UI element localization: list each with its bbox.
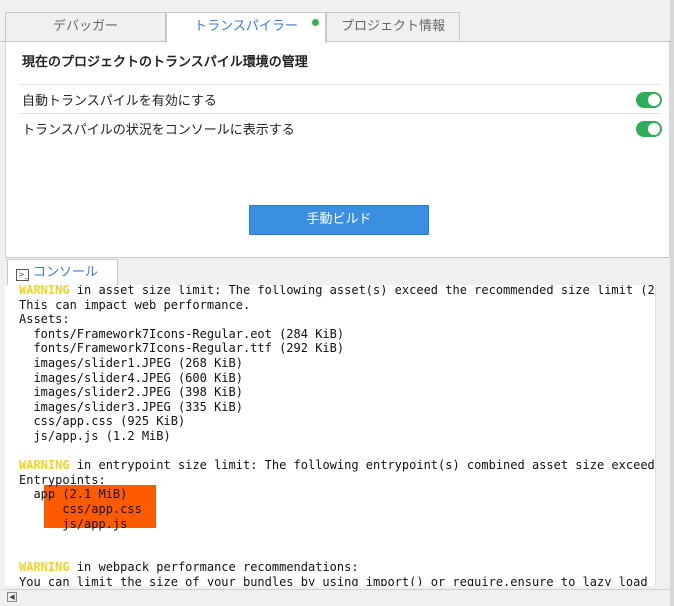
console-line-text: images/slider3.JPEG (335 KiB): [19, 399, 243, 414]
console-line-text: fonts/Framework7Icons-Regular.eot (284 K…: [19, 326, 345, 341]
console-line: images/slider4.JPEG (600 KiB): [19, 371, 655, 386]
console-line: This can impact web performance.: [19, 298, 655, 313]
console-line: WARNING in asset size limit: The followi…: [19, 285, 655, 298]
console-line-text: css/app.css: [19, 501, 142, 516]
terminal-icon: >_: [16, 269, 29, 281]
transpiler-settings-panel: 現在のプロジェクトのトランスパイル環境の管理 自動トランスパイルを有効にする ト…: [5, 42, 670, 257]
console-line-text: in entrypoint size limit: The following …: [69, 458, 655, 473]
console-line: WARNING in entrypoint size limit: The fo…: [19, 458, 655, 473]
console-line: fonts/Framework7Icons-Regular.ttf (292 K…: [19, 341, 655, 356]
console-line-text: images/slider2.JPEG (398 KiB): [19, 385, 243, 400]
console-line: WARNING in webpack performance recommend…: [19, 560, 655, 575]
console-line-text: app (2.1 MiB): [19, 487, 128, 502]
auto-transpile-toggle[interactable]: [636, 92, 662, 108]
scroll-left-icon[interactable]: ◀: [7, 592, 17, 602]
divider: [20, 84, 660, 85]
console-line: Assets:: [19, 312, 655, 327]
tab-debugger[interactable]: デバッガー: [5, 12, 166, 42]
console-line: app (2.1 MiB): [19, 487, 655, 502]
show-status-label: トランスパイルの状況をコンソールに表示する: [22, 123, 295, 138]
console-line-text: js/app.js: [19, 516, 128, 531]
console-line-text: images/slider4.JPEG (600 KiB): [19, 370, 243, 385]
console-line: images/slider1.JPEG (268 KiB): [19, 356, 655, 371]
show-status-toggle[interactable]: [636, 121, 662, 137]
console-line: js/app.js: [19, 517, 655, 532]
console-line: ​: [19, 444, 655, 459]
toggle-knob: [648, 123, 660, 135]
manual-build-button[interactable]: 手動ビルド: [249, 205, 429, 235]
console-tab-bar: >_ コンソール: [5, 257, 670, 286]
tab-transpiler[interactable]: トランスパイラー: [166, 12, 326, 43]
console-line: css/app.css: [19, 502, 655, 517]
console-line-text: in asset size limit: The following asset…: [69, 285, 655, 297]
status-dot-icon: [312, 19, 319, 26]
console-line-text: css/app.css (925 KiB): [19, 414, 186, 429]
toggle-knob: [648, 94, 660, 106]
console-line: ​: [19, 546, 655, 561]
divider: [20, 113, 660, 114]
tab-transpiler-label: トランスパイラー: [194, 19, 298, 34]
tab-project-info[interactable]: プロジェクト情報: [326, 12, 460, 42]
console-line-text: in webpack performance recommendations:: [69, 560, 359, 575]
console-log: WARNING in asset size limit: The followi…: [19, 285, 655, 586]
console-output[interactable]: WARNING in asset size limit: The followi…: [5, 285, 655, 586]
console-line: js/app.js (1.2 MiB): [19, 429, 655, 444]
console-line: Entrypoints:: [19, 473, 655, 488]
console-line: ​: [19, 531, 655, 546]
tab-debugger-label: デバッガー: [52, 19, 118, 34]
tab-project-info-label: プロジェクト情報: [340, 19, 445, 34]
console-line-text: You can limit the size of your bundles b…: [19, 574, 648, 586]
top-tab-bar: デバッガー トランスパイラー プロジェクト情報: [0, 0, 674, 43]
auto-transpile-label: 自動トランスパイルを有効にする: [22, 94, 217, 109]
console-line: images/slider3.JPEG (335 KiB): [19, 400, 655, 415]
console-line-text: images/slider1.JPEG (268 KiB): [19, 355, 243, 370]
console-line: css/app.css (925 KiB): [19, 414, 655, 429]
console-line: You can limit the size of your bundles b…: [19, 575, 655, 586]
console-line: fonts/Framework7Icons-Regular.eot (284 K…: [19, 327, 655, 342]
warning-tag: WARNING: [19, 560, 70, 575]
console-line-text: js/app.js (1.2 MiB): [19, 428, 171, 443]
tab-console-label: コンソール: [33, 265, 99, 280]
warning-tag: WARNING: [19, 285, 70, 297]
window-edge: [670, 0, 674, 606]
console-line: images/slider2.JPEG (398 KiB): [19, 385, 655, 400]
vertical-scrollbar[interactable]: [655, 285, 670, 586]
console-line-text: Assets:: [19, 312, 70, 327]
console-line-text: This can impact web performance.: [19, 297, 251, 312]
tab-console[interactable]: >_ コンソール: [7, 259, 118, 286]
horizontal-scrollbar[interactable]: ◀: [5, 589, 670, 604]
warning-tag: WARNING: [19, 458, 70, 473]
console-line-text: Entrypoints:: [19, 472, 106, 487]
panel-title: 現在のプロジェクトのトランスパイル環境の管理: [22, 55, 308, 70]
console-line-text: fonts/Framework7Icons-Regular.ttf (292 K…: [19, 341, 345, 356]
